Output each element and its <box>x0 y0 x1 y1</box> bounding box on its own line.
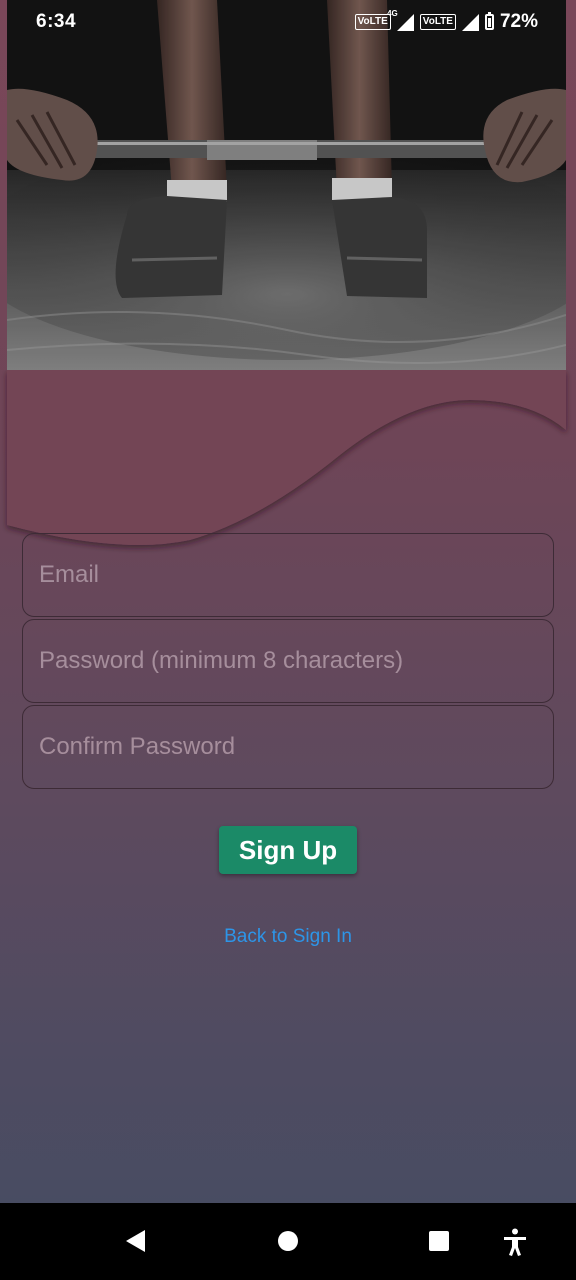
volte-icon-2: VoLTE <box>419 14 456 30</box>
volte-label-2: VoLTE <box>422 16 453 27</box>
status-indicators: VoLTE 4G VoLTE 72% <box>354 9 538 33</box>
back-to-sign-in-link[interactable]: Back to Sign In <box>0 926 576 948</box>
system-nav-bar <box>0 1203 576 1280</box>
password-field[interactable] <box>22 619 554 703</box>
back-icon[interactable] <box>126 1230 145 1252</box>
battery-icon <box>484 12 494 30</box>
hero-image <box>7 0 566 372</box>
wave-decoration <box>0 370 576 560</box>
status-time: 6:34 <box>36 11 77 32</box>
barbell-deadlift-photo <box>7 0 566 372</box>
wave-shape <box>7 370 566 545</box>
password-input[interactable] <box>23 620 553 702</box>
recents-icon[interactable] <box>429 1231 449 1251</box>
sign-up-button[interactable]: Sign Up <box>219 826 357 874</box>
confirm-password-field[interactable] <box>22 705 554 789</box>
home-icon[interactable] <box>278 1231 298 1251</box>
volte-icon: VoLTE 4G <box>354 9 398 30</box>
volte-label: VoLTE <box>357 16 388 27</box>
email-field[interactable] <box>22 533 554 617</box>
confirm-password-input[interactable] <box>23 706 553 788</box>
status-bar: 6:34 VoLTE 4G VoLTE 72% <box>0 0 576 44</box>
signal-icon-2 <box>461 13 479 31</box>
email-input[interactable] <box>23 534 553 616</box>
accessibility-icon[interactable] <box>503 1228 527 1256</box>
signal-icon <box>396 13 414 31</box>
network-gen-label: 4G <box>387 9 398 18</box>
battery-percent: 72% <box>499 11 538 32</box>
